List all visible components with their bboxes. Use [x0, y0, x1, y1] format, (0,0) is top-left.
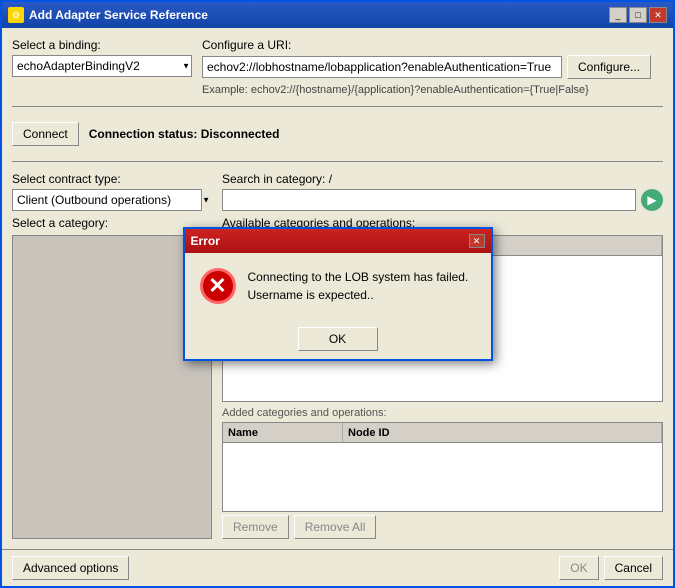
dialog-title-bar: Error ✕: [185, 229, 491, 253]
main-window: ⚙ Add Adapter Service Reference _ □ ✕ Se…: [0, 0, 675, 588]
dialog-close-button[interactable]: ✕: [469, 234, 485, 248]
error-dialog: Error ✕ ✕ Connecting to the LOB system h…: [183, 227, 493, 361]
dialog-footer: OK: [185, 319, 491, 359]
dialog-ok-button[interactable]: OK: [298, 327, 378, 351]
dialog-message-line2: Username is expected..: [248, 288, 374, 302]
error-icon: ✕: [200, 268, 236, 304]
dialog-overlay: Error ✕ ✕ Connecting to the LOB system h…: [2, 2, 673, 586]
dialog-body: ✕ Connecting to the LOB system has faile…: [185, 253, 491, 319]
dialog-title-text: Error: [191, 234, 220, 248]
dialog-message: Connecting to the LOB system has failed.…: [248, 268, 469, 304]
dialog-message-line1: Connecting to the LOB system has failed.: [248, 270, 469, 284]
